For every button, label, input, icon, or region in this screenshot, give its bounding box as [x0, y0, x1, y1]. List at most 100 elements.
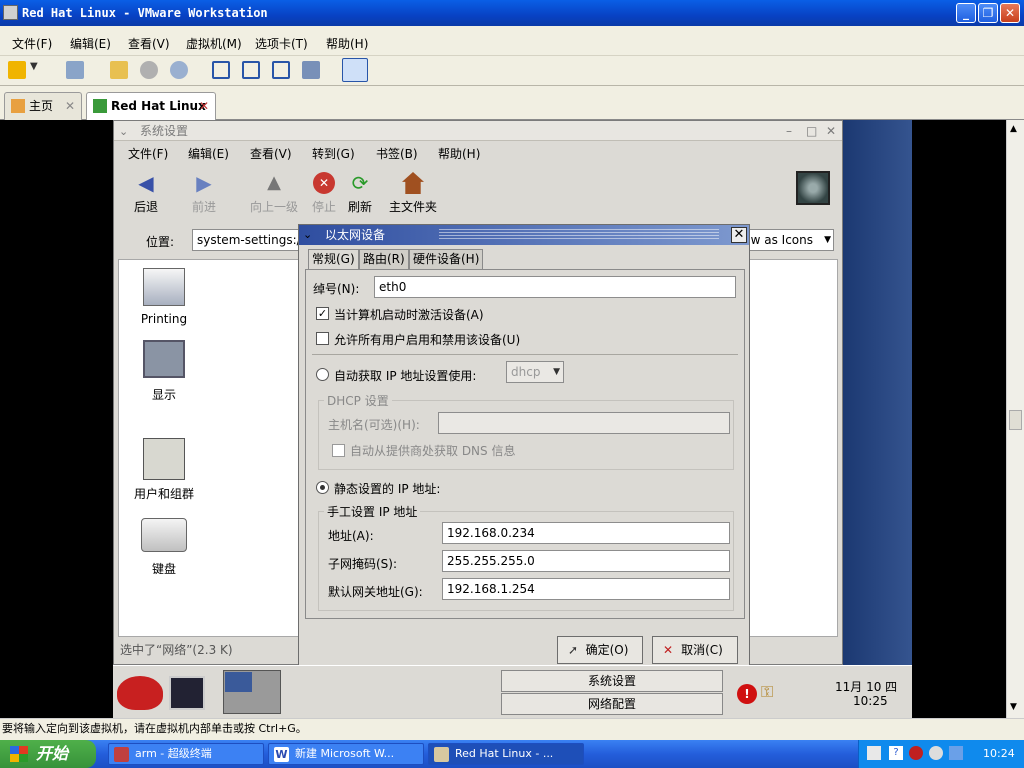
vmware-app-icon — [3, 5, 18, 20]
menu-edit[interactable]: 编辑(E) — [70, 35, 111, 52]
icon-label-display[interactable]: 显示 — [124, 386, 204, 403]
home-folder-button[interactable]: 主文件夹 — [389, 172, 437, 215]
window-menu-icon[interactable]: ⌄ — [303, 225, 312, 245]
cancel-button[interactable]: ✕ 取消(C) — [652, 636, 738, 664]
auto-ip-radio[interactable] — [316, 368, 329, 381]
nickname-label: 绰号(N): — [313, 282, 360, 296]
users-groups-icon[interactable] — [143, 438, 185, 480]
taskbar-item-hyperterminal[interactable]: arm - 超级终端 — [108, 743, 264, 765]
taskbar-item-word[interactable]: W 新建 Microsoft W... — [268, 743, 424, 765]
nickname-input[interactable]: eth0 — [374, 276, 736, 298]
task-network-config[interactable]: 网络配置 — [501, 693, 723, 715]
menu-help[interactable]: 帮助(H) — [438, 145, 480, 162]
console-view-icon[interactable] — [342, 58, 368, 82]
forward-button[interactable]: ▶ 前进 — [192, 172, 216, 215]
scroll-down-icon[interactable]: ▼ — [1010, 702, 1017, 712]
tab-home[interactable]: 主页 ✕ — [4, 92, 82, 120]
tray-clock[interactable]: 10:24 — [983, 740, 1015, 768]
tab-general[interactable]: 常规(G) — [308, 249, 359, 270]
menu-view[interactable]: 查看(V) — [250, 145, 292, 162]
close-icon[interactable]: ✕ — [731, 227, 747, 243]
icon-label-printing[interactable]: Printing — [124, 312, 204, 326]
hostname-input[interactable] — [438, 412, 730, 434]
view-as-dropdown[interactable]: w as Icons ▼ — [744, 229, 834, 251]
tray-security-icon[interactable] — [909, 746, 923, 760]
terminal-icon[interactable] — [169, 676, 205, 710]
address-input[interactable]: 192.168.0.234 — [442, 522, 730, 544]
auto-ip-method-dropdown[interactable]: dhcp ▼ — [506, 361, 564, 383]
clock-date[interactable]: 11月 10 四 — [835, 678, 897, 695]
menu-tabs[interactable]: 选项卡(T) — [255, 35, 308, 52]
back-button[interactable]: ◀ 后退 — [134, 172, 158, 215]
snapshot-manager-icon[interactable] — [170, 61, 188, 79]
dhcp-group-title: DHCP 设置 — [324, 392, 392, 409]
menu-view[interactable]: 查看(V) — [128, 35, 170, 52]
taskbar-item-vmware[interactable]: Red Hat Linux - ... — [428, 743, 584, 765]
alert-icon[interactable]: ! — [737, 684, 757, 704]
location-input[interactable]: system-settings:/// — [192, 229, 302, 251]
quick-switch-icon[interactable] — [242, 61, 260, 79]
ok-button[interactable]: ➚ 确定(O) — [557, 636, 643, 664]
sidebar-icon[interactable] — [212, 61, 230, 79]
refresh-icon: ⟳ — [351, 171, 369, 195]
start-button[interactable]: 开始 — [0, 740, 96, 768]
clock-time[interactable]: 10:25 — [853, 694, 888, 708]
display-icon[interactable] — [143, 340, 185, 378]
menu-file[interactable]: 文件(F) — [12, 35, 52, 52]
menu-file[interactable]: 文件(F) — [128, 145, 168, 162]
task-system-settings[interactable]: 系统设置 — [501, 670, 723, 692]
maximize-button[interactable]: ❐ — [978, 3, 998, 23]
menu-edit[interactable]: 编辑(E) — [188, 145, 229, 162]
activate-on-boot-checkbox[interactable]: ✓ — [316, 307, 329, 320]
network-icon[interactable] — [66, 61, 84, 79]
pause-icon[interactable] — [8, 61, 26, 79]
stop-button[interactable]: ✕ 停止 — [312, 172, 336, 215]
maximize-icon[interactable]: □ — [806, 121, 817, 141]
revert-icon[interactable] — [140, 61, 158, 79]
tray-network-icon[interactable] — [949, 746, 963, 760]
chevron-down-icon[interactable]: ▼ — [30, 61, 42, 79]
menu-help[interactable]: 帮助(H) — [326, 35, 368, 52]
up-button[interactable]: ▲ 向上一级 — [250, 172, 298, 215]
static-ip-radio[interactable] — [316, 481, 329, 494]
window-menu-icon[interactable]: ⌄ — [119, 122, 128, 142]
menu-go[interactable]: 转到(G) — [312, 145, 355, 162]
close-icon[interactable]: ✕ — [826, 121, 836, 141]
refresh-button[interactable]: ⟳ 刷新 — [348, 172, 372, 215]
workspace-switcher[interactable] — [223, 670, 281, 714]
fullscreen-icon[interactable] — [272, 61, 290, 79]
redhat-menu-icon[interactable] — [117, 676, 163, 710]
printer-icon[interactable] — [143, 268, 185, 306]
icon-label-keyboard[interactable]: 键盘 — [124, 560, 204, 577]
gateway-input[interactable]: 192.168.1.254 — [442, 578, 730, 600]
tab-close-icon[interactable]: ✕ — [199, 93, 209, 119]
close-button[interactable]: ✕ — [1000, 3, 1020, 23]
tray-help-icon[interactable]: ? — [889, 746, 903, 760]
window-title-bar[interactable]: ⌄ 系统设置 – □ ✕ — [114, 121, 842, 141]
tray-app-icon[interactable] — [929, 746, 943, 760]
dialog-title-bar[interactable]: ⌄ 以太网设备 — [299, 225, 749, 245]
allow-users-checkbox[interactable] — [316, 332, 329, 345]
snapshot-icon[interactable] — [110, 61, 128, 79]
menu-bookmarks[interactable]: 书签(B) — [376, 145, 418, 162]
minimize-button[interactable]: _ — [956, 3, 976, 23]
vertical-scrollbar[interactable]: ▲ ▼ — [1006, 120, 1024, 718]
netmask-input[interactable]: 255.255.255.0 — [442, 550, 730, 572]
tab-close-icon[interactable]: ✕ — [65, 93, 75, 119]
dns-from-provider-checkbox[interactable] — [332, 444, 345, 457]
keyboard-icon[interactable] — [141, 518, 187, 552]
unity-icon[interactable] — [302, 61, 320, 79]
tab-route[interactable]: 路由(R) — [359, 249, 409, 269]
scroll-thumb[interactable] — [1009, 410, 1022, 430]
tab-red-hat-linux[interactable]: Red Hat Linux ✕ — [86, 92, 216, 120]
minimize-icon[interactable]: – — [786, 121, 792, 141]
taskbar-item-label: arm - 超级终端 — [135, 747, 212, 760]
keys-icon[interactable]: ⚿ — [761, 682, 781, 702]
tab-hardware[interactable]: 硬件设备(H) — [409, 249, 484, 269]
scroll-up-icon[interactable]: ▲ — [1010, 124, 1017, 134]
tray-keyboard-icon[interactable] — [867, 746, 881, 760]
menu-vm[interactable]: 虚拟机(M) — [186, 35, 242, 52]
icon-label-users[interactable]: 用户和组群 — [124, 485, 204, 502]
vmware-title-bar[interactable]: Red Hat Linux - VMware Workstation _ ❐ ✕ — [0, 0, 1024, 26]
workspace-1[interactable] — [225, 672, 252, 692]
